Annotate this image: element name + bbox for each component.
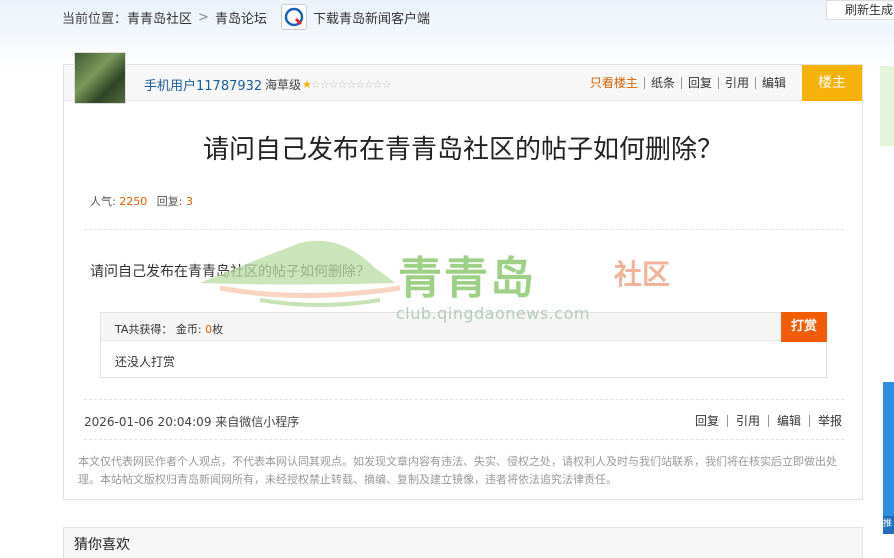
post-stats: 人气: 2250 回复: 3 — [90, 193, 193, 209]
replies-value: 3 — [185, 195, 193, 208]
reward-empty-text: 还没人打赏 — [115, 355, 176, 369]
username-link[interactable]: 手机用户11787932 — [144, 75, 262, 94]
disclaimer: 本文仅代表网民作者个人观点，不代表本网认同其观点。如发现文章内容有违法、失实、侵… — [78, 455, 837, 486]
footer-reply-link[interactable]: 回复 — [687, 415, 728, 427]
coin-unit: 枚 — [212, 323, 224, 336]
star-icon: ★ — [302, 78, 312, 91]
post-footer-actions: 回复 引用 编辑 举报 — [687, 413, 842, 427]
reward-summary-label: TA共获得： — [115, 323, 173, 336]
divider — [84, 399, 844, 400]
recommendations-title: 猜你喜欢 — [74, 537, 130, 553]
news-app-icon[interactable] — [280, 4, 307, 30]
side-float-panel[interactable] — [883, 382, 894, 534]
divider — [84, 229, 844, 230]
breadcrumb-community-link[interactable]: 青青岛社区 — [127, 8, 192, 27]
breadcrumb-forum-link[interactable]: 青岛论坛 — [215, 8, 267, 27]
footer-report-link[interactable]: 举报 — [810, 415, 842, 427]
watermark-url: club.qingdaonews.com — [396, 304, 590, 323]
post-title: 请问自己发布在青青岛社区的帖子如何删除？ — [202, 135, 723, 165]
post-header: 手机用户11787932 海草级 ★☆☆☆☆☆☆☆☆☆ 只看楼主 纸条 回复 引… — [64, 52, 862, 104]
quote-link[interactable]: 引用 — [719, 77, 756, 89]
avatar[interactable] — [74, 52, 126, 104]
download-app-link[interactable]: 下载青岛新闻客户端 — [313, 8, 430, 27]
popularity-value: 2250 — [119, 195, 148, 208]
user-level: 海草级 ★☆☆☆☆☆☆☆☆☆ — [265, 76, 392, 93]
side-ad-strip — [880, 66, 894, 146]
only-author-link[interactable]: 只看楼主 — [584, 77, 645, 89]
breadcrumb-prefix: 当前位置： — [62, 11, 128, 27]
post-body: 请问自己发布在青青岛社区的帖子如何删除？ — [90, 264, 370, 280]
reply-link[interactable]: 回复 — [682, 77, 719, 89]
edit-link[interactable]: 编辑 — [756, 77, 792, 89]
watermark-suffix: 社区 — [614, 258, 671, 291]
divider — [84, 439, 844, 440]
breadcrumb: 当前位置： 青青岛社区 > 青岛论坛 下载青岛新闻客户端 — [62, 0, 430, 34]
post-meta: 2026-01-06 20:04:09 来自微信小程序 — [84, 413, 299, 430]
message-link[interactable]: 纸条 — [645, 77, 682, 89]
footer-quote-link[interactable]: 引用 — [728, 415, 769, 427]
side-float-button[interactable]: 推 — [883, 516, 894, 534]
recommendations-section: 猜你喜欢 — [63, 527, 863, 558]
coin-label: 金币: — [175, 323, 202, 336]
level-stars: ★☆☆☆☆☆☆☆☆☆ — [302, 78, 392, 91]
post-header-actions: 只看楼主 纸条 回复 引用 编辑 — [584, 75, 792, 89]
popularity-label: 人气: — [90, 195, 116, 208]
post-source: 来自微信小程序 — [215, 415, 300, 429]
replies-label: 回复: — [156, 195, 183, 208]
refresh-button[interactable]: 刷新生成 — [826, 0, 894, 20]
footer-edit-link[interactable]: 编辑 — [769, 415, 810, 427]
reward-summary: TA共获得： 金币: 0枚 — [115, 321, 223, 337]
level-label: 海草级 — [265, 78, 302, 92]
watermark-brand: 青青岛 — [398, 253, 536, 304]
breadcrumb-separator: > — [198, 9, 209, 25]
floor-badge: 楼主 — [802, 65, 862, 101]
tip-button[interactable]: 打赏 — [781, 312, 827, 342]
post-timestamp: 2026-01-06 20:04:09 — [84, 415, 212, 429]
